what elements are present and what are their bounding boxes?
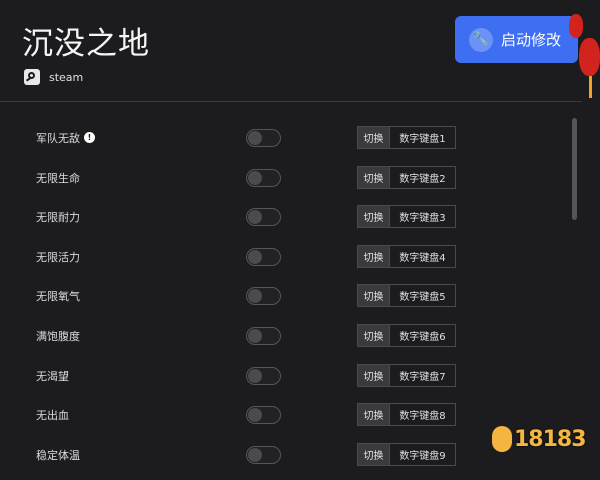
hotkey-mode-button[interactable]: 切换 (357, 323, 390, 347)
cheat-label: 无限生命 (36, 171, 80, 185)
hotkey-mode-button[interactable]: 切换 (357, 126, 390, 149)
scrollbar[interactable] (572, 118, 577, 220)
hotkey-mode-button[interactable]: 切换 (357, 165, 390, 189)
hotkey-key-button[interactable]: 数字键盘1 (390, 126, 456, 149)
cheat-list: 军队无敌! 切换 数字键盘1 无限生命 切换 数字键盘2 无限耐力 切换 数字键盘3 无限活力 切换… (0, 118, 560, 474)
launch-trainer-button[interactable]: 🔧 启动修改 (455, 16, 578, 63)
warning-icon[interactable]: ! (84, 132, 95, 143)
toggle-knob (248, 170, 262, 185)
cheat-row: 无限氧气 切换 数字键盘5 (0, 276, 560, 316)
cheat-row: 军队无敌! 切换 数字键盘1 (0, 118, 560, 158)
cheat-toggle[interactable] (246, 445, 281, 464)
cheat-row: 稳定体温 切换 数字键盘9 (0, 435, 560, 475)
watermark-text: 18183 (514, 426, 587, 452)
toggle-knob (248, 408, 262, 423)
cheat-label: 无渴望 (36, 369, 69, 383)
cheat-toggle[interactable] (246, 366, 281, 385)
toggle-knob (248, 447, 262, 462)
cheat-row: 无限活力 切换 数字键盘4 (0, 237, 560, 277)
header-divider (0, 101, 582, 102)
cheat-toggle[interactable] (246, 168, 281, 187)
hotkey-key-button[interactable]: 数字键盘5 (390, 284, 456, 308)
cheat-toggle[interactable] (246, 208, 281, 227)
platform-badge: steam (24, 69, 83, 85)
toggle-knob (248, 131, 262, 145)
hotkey-key-button[interactable]: 数字键盘2 (390, 165, 456, 189)
watermark-logo: 18183 (492, 426, 587, 452)
cheat-row: 无渴望 切换 数字键盘7 (0, 356, 560, 396)
cheat-label: 军队无敌 (36, 132, 80, 145)
hotkey-group: 切换 数字键盘2 (357, 165, 456, 189)
hotkey-key-button[interactable]: 数字键盘7 (390, 363, 456, 387)
hotkey-mode-button[interactable]: 切换 (357, 205, 390, 229)
hotkey-group: 切换 数字键盘8 (357, 403, 456, 427)
hotkey-key-button[interactable]: 数字键盘4 (390, 244, 456, 268)
hotkey-key-button[interactable]: 数字键盘6 (390, 323, 456, 347)
hotkey-mode-button[interactable]: 切换 (357, 403, 390, 427)
toggle-knob (248, 210, 262, 225)
cheat-label: 无限耐力 (36, 211, 80, 225)
toggle-knob (248, 368, 262, 383)
cheat-toggle[interactable] (246, 406, 281, 425)
hotkey-mode-button[interactable]: 切换 (357, 244, 390, 268)
hotkey-group: 切换 数字键盘1 (357, 126, 456, 149)
toggle-knob (248, 249, 262, 264)
cheat-toggle[interactable] (246, 247, 281, 266)
cheat-label: 稳定体温 (36, 448, 80, 462)
cheat-row: 无出血 切换 数字键盘8 (0, 395, 560, 435)
hotkey-group: 切换 数字键盘6 (357, 323, 456, 347)
cheat-row: 无限生命 切换 数字键盘2 (0, 158, 560, 198)
toggle-knob (248, 289, 262, 304)
hotkey-mode-button[interactable]: 切换 (357, 442, 390, 466)
cheat-label: 无限活力 (36, 250, 80, 264)
hotkey-group: 切换 数字键盘7 (357, 363, 456, 387)
cheat-toggle[interactable] (246, 287, 281, 306)
watermark-mascot-icon (492, 426, 512, 452)
hotkey-mode-button[interactable]: 切换 (357, 363, 390, 387)
game-title: 沉没之地 (22, 26, 150, 62)
steam-icon (24, 69, 40, 85)
hotkey-group: 切换 数字键盘4 (357, 244, 456, 268)
cheat-label: 无出血 (36, 409, 69, 423)
cheat-row: 满饱腹度 切换 数字键盘6 (0, 316, 560, 356)
cheat-row: 无限耐力 切换 数字键盘3 (0, 197, 560, 237)
hotkey-group: 切换 数字键盘9 (357, 442, 456, 466)
cheat-label: 无限氧气 (36, 290, 80, 304)
hotkey-group: 切换 数字键盘3 (357, 205, 456, 229)
wrench-icon: 🔧 (469, 27, 493, 52)
hotkey-key-button[interactable]: 数字键盘9 (390, 442, 456, 466)
hotkey-key-button[interactable]: 数字键盘3 (390, 205, 456, 229)
hotkey-key-button[interactable]: 数字键盘8 (390, 403, 456, 427)
hotkey-group: 切换 数字键盘5 (357, 284, 456, 308)
platform-label: steam (49, 70, 84, 84)
cheat-toggle[interactable] (246, 326, 281, 345)
hotkey-mode-button[interactable]: 切换 (357, 284, 390, 308)
cheat-label: 满饱腹度 (36, 329, 80, 343)
launch-label: 启动修改 (501, 31, 562, 49)
toggle-knob (248, 328, 262, 343)
cheat-toggle[interactable] (246, 129, 281, 147)
